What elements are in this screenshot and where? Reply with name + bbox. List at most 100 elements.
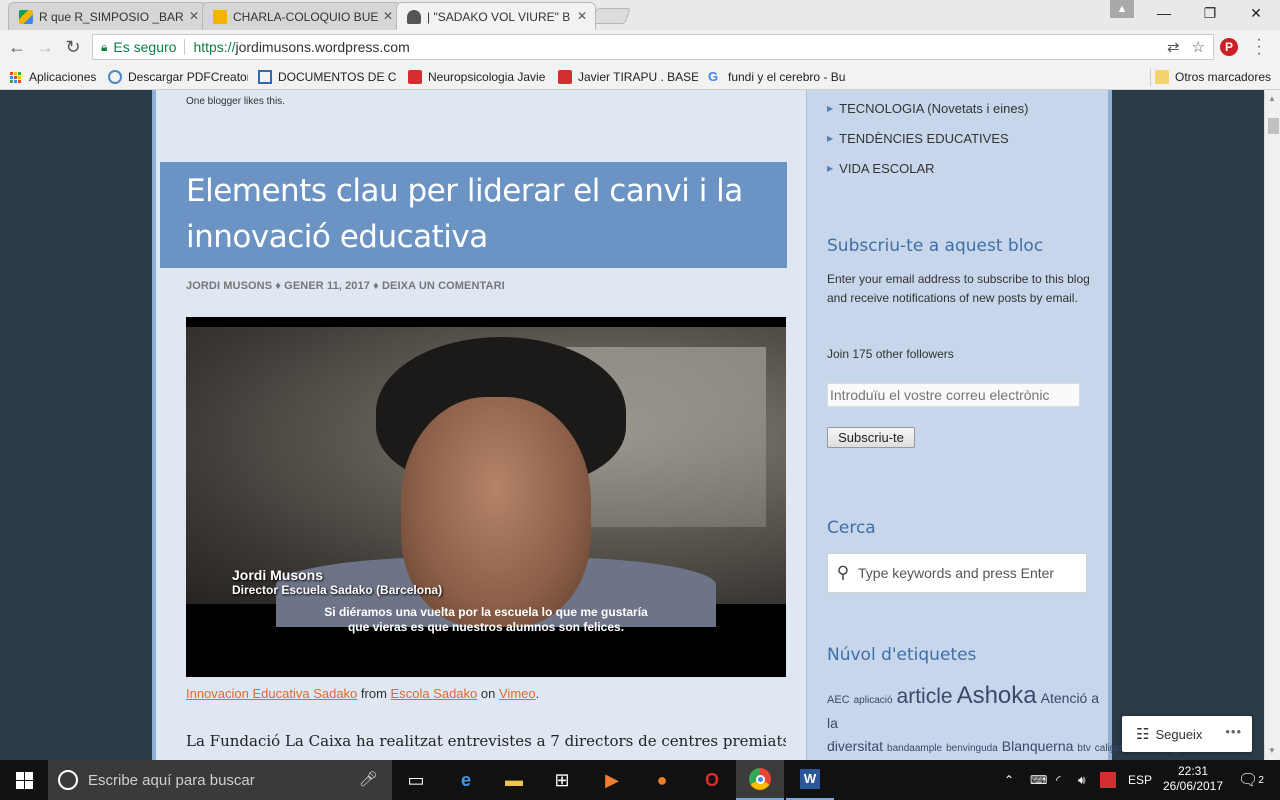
tab-title: | "SADAKO VOL VIURE" B	[427, 9, 571, 24]
tag-link[interactable]: Blanquerna	[1002, 738, 1074, 754]
menu-icon[interactable]: · · ·	[1254, 32, 1264, 62]
edge-icon[interactable]: e	[442, 760, 490, 800]
subtitle-line: Si diéramos una vuelta por la escuela lo…	[324, 605, 648, 619]
tab-sadako-vol-viure[interactable]: | "SADAKO VOL VIURE" B ✕	[396, 2, 596, 30]
tag-link[interactable]: btv	[1077, 743, 1090, 754]
avatar-icon	[407, 10, 421, 24]
close-window-button[interactable]: ✕	[1234, 0, 1278, 26]
bookmark-neuropsicologia[interactable]: Neuropsicologia Javie	[408, 68, 548, 86]
video-link[interactable]: Innovacion Educativa Sadako	[186, 686, 357, 701]
category-item[interactable]: ▶ TECNOLOGIA (Novetats i eines)	[827, 101, 1028, 116]
firefox-icon[interactable]: ●	[638, 760, 686, 800]
bookmark-javier-tirapu[interactable]: Javier TIRAPU . BASES	[558, 68, 698, 86]
search-title: Cerca	[827, 518, 876, 538]
close-icon[interactable]: ✕	[577, 9, 587, 23]
wifi-icon[interactable]: ◜	[1056, 760, 1061, 800]
notification-icon[interactable]: 🗨︎ 2	[1238, 760, 1264, 800]
tag-link[interactable]: aplicació	[854, 695, 893, 706]
tab-strip: R que R_SIMPOSIO _BAR ✕ CHARLA-COLOQUIO …	[0, 0, 1280, 30]
follow-button[interactable]: ☷ Segueix •••	[1122, 716, 1252, 752]
forward-button[interactable]: →	[34, 36, 56, 58]
bookmark-label: Neuropsicologia Javie	[428, 70, 546, 84]
video-player[interactable]: Jordi Musons Director Escuela Sadako (Ba…	[186, 317, 786, 677]
category-item[interactable]: ▶ TENDÈNCIES EDUCATIVES	[827, 131, 1009, 146]
antivirus-icon[interactable]	[1100, 760, 1116, 800]
microphone-icon[interactable]: 🎤︎	[359, 770, 378, 788]
close-icon[interactable]: ✕	[383, 9, 393, 23]
scroll-thumb[interactable]	[1268, 118, 1279, 134]
store-icon[interactable]: ⊞	[538, 760, 586, 800]
pinterest-icon[interactable]: P	[1220, 38, 1238, 56]
chrome-icon[interactable]	[736, 760, 784, 800]
minimize-button[interactable]: —	[1142, 0, 1186, 26]
file-explorer-icon[interactable]: ▬	[490, 760, 538, 800]
language-indicator[interactable]: ESP	[1128, 760, 1152, 800]
start-button[interactable]	[0, 760, 48, 800]
pdfcreator-icon	[108, 70, 122, 84]
tag-link[interactable]: Ashoka	[957, 682, 1037, 709]
more-icon[interactable]: •••	[1225, 724, 1242, 739]
vimeo-link[interactable]: Vimeo	[499, 686, 536, 701]
volume-icon[interactable]: 🔊︎	[1078, 760, 1086, 800]
new-tab-button[interactable]	[591, 8, 631, 24]
opera-icon[interactable]: O	[688, 760, 736, 800]
category-item[interactable]: ▶ VIDA ESCOLAR	[827, 161, 935, 176]
tab-r-que-r[interactable]: R que R_SIMPOSIO _BAR ✕	[8, 2, 208, 30]
tag-link[interactable]: AEC	[827, 694, 850, 706]
translate-icon[interactable]: ⇄	[1167, 38, 1180, 56]
post-body: La Fundació La Caixa ha realitzat entrev…	[186, 732, 786, 750]
task-view-icon[interactable]: ▭	[392, 760, 440, 800]
subtitle-line: que vieras es que nuestros alumnos son f…	[347, 620, 625, 634]
browser-toolbar: ← → ↻ 🔒︎ Es seguro https:// jordimusons.…	[0, 30, 1280, 64]
subscribe-button[interactable]: Subscriu-te	[827, 427, 915, 448]
separator	[184, 39, 186, 55]
bookmark-apps[interactable]: Aplicaciones	[10, 68, 96, 86]
windows-icon	[15, 771, 33, 789]
word-icon[interactable]: W	[786, 760, 834, 800]
taskbar-search[interactable]: Escribe aquí para buscar 🎤︎	[48, 760, 392, 800]
drive-icon	[19, 10, 33, 24]
tags-title: Núvol d'etiquetes	[827, 645, 977, 665]
apps-icon	[10, 71, 21, 83]
address-bar[interactable]: 🔒︎ Es seguro https:// jordimusons.wordpr…	[92, 34, 1214, 60]
taskbar: Escribe aquí para buscar 🎤︎ ▭ e ▬ ⊞ ▶ ● …	[0, 760, 1280, 800]
triangle-icon: ▶	[827, 104, 834, 113]
clock[interactable]: 22:31 26/06/2017	[1158, 764, 1228, 794]
author-link[interactable]: Escola Sadako	[391, 686, 478, 701]
bookmarks-bar: Aplicaciones Descargar PDFCreator DOCUME…	[0, 64, 1280, 90]
profile-icon[interactable]: ▲	[1110, 0, 1134, 18]
triangle-icon: ▶	[827, 134, 834, 143]
search-input[interactable]: ⚲ Type keywords and press Enter	[827, 553, 1087, 593]
media-player-icon[interactable]: ▶	[588, 760, 636, 800]
bookmark-pdfcreator[interactable]: Descargar PDFCreator	[108, 68, 248, 86]
tag-link[interactable]: bandaample	[887, 743, 942, 754]
tab-charla-coloquio[interactable]: CHARLA-COLOQUIO BUE ✕	[202, 2, 402, 30]
notification-count: 2	[1258, 774, 1264, 786]
google-icon: G	[708, 69, 719, 84]
tab-title: R que R_SIMPOSIO _BAR	[39, 9, 184, 24]
scrollbar[interactable]: ▲ ▼	[1264, 90, 1280, 760]
bookmark-documentos[interactable]: DOCUMENTOS DE CE	[258, 68, 396, 86]
tag-link[interactable]: benvinguda	[946, 743, 998, 754]
taskbar-search-placeholder: Escribe aquí para buscar	[88, 771, 255, 789]
input-indicator-icon[interactable]: ⌨	[1030, 760, 1047, 800]
email-field[interactable]	[827, 383, 1080, 407]
triangle-icon: ▶	[827, 164, 834, 173]
tag-link[interactable]: article	[897, 685, 953, 708]
bookmark-other[interactable]: Otros marcadores	[1150, 68, 1271, 86]
video-caption-role: Director Escuela Sadako (Barcelona)	[232, 583, 443, 597]
tray-chevron-icon[interactable]: ⌃	[1004, 760, 1014, 800]
lock-icon: 🔒︎	[101, 39, 108, 54]
restore-button[interactable]: ❐	[1188, 0, 1232, 26]
credit-period: .	[535, 686, 540, 701]
scroll-down-icon[interactable]: ▼	[1268, 746, 1276, 755]
back-button[interactable]: ←	[6, 36, 28, 58]
post-title-box: Elements clau per liderar el canvi i la …	[160, 162, 787, 268]
post-title[interactable]: Elements clau per liderar el canvi i la …	[186, 168, 776, 260]
reload-button[interactable]: ↻	[62, 36, 84, 58]
scroll-up-icon[interactable]: ▲	[1268, 94, 1276, 103]
star-icon[interactable]: ☆	[1192, 38, 1205, 56]
close-icon[interactable]: ✕	[189, 9, 199, 23]
bookmark-fundi[interactable]: G fundi y el cerebro - Bu	[708, 68, 848, 86]
post-meta[interactable]: JORDI MUSONS ♦ GENER 11, 2017 ♦ DEIXA UN…	[186, 280, 505, 292]
